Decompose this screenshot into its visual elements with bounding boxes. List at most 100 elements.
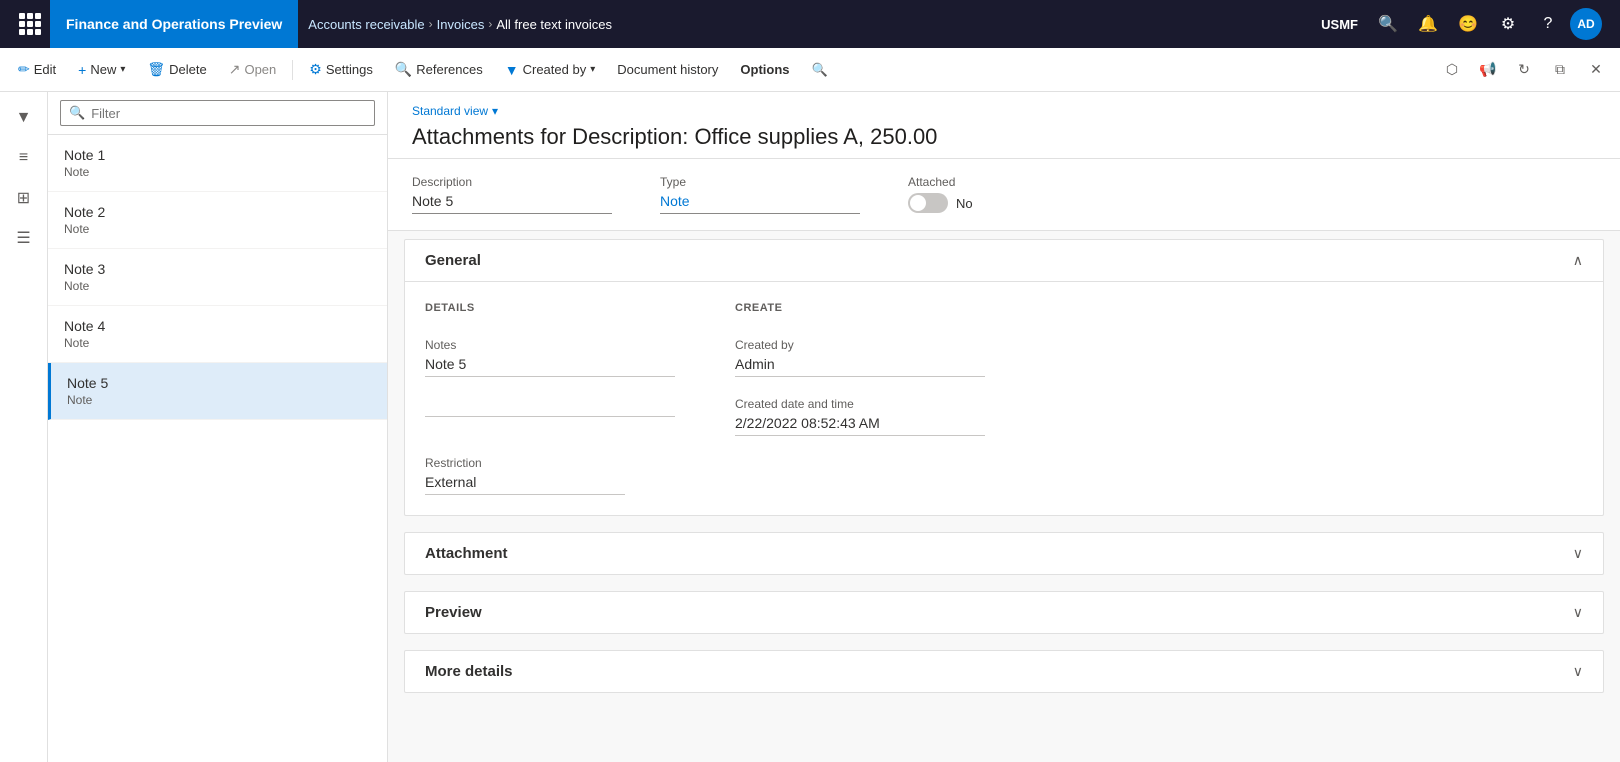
delete-button[interactable]: 🗑 Delete — [137, 54, 216, 86]
top-navigation: Finance and Operations Preview Accounts … — [0, 0, 1620, 48]
search-toolbar-button[interactable]: 🔍 — [802, 54, 838, 86]
settings-icon: ⚙ — [309, 61, 322, 78]
breadcrumb-sep-2: › — [488, 17, 492, 31]
filter-input[interactable] — [91, 106, 366, 121]
list-item-subtitle: Note — [64, 336, 371, 350]
created-by-label: Created by — [735, 338, 985, 352]
list-item[interactable]: Note 3 Note — [48, 249, 387, 306]
app-title: Finance and Operations Preview — [50, 0, 298, 48]
breadcrumb-invoices[interactable]: Invoices — [437, 17, 485, 32]
more-details-chevron-icon: ∨ — [1573, 663, 1583, 680]
attached-label: Attached — [908, 175, 1108, 189]
detail-panel: Standard view ▾ Attachments for Descript… — [388, 92, 1620, 762]
sidebar-icon-panel: ▼ ≡ ⊞ ☰ — [0, 92, 48, 762]
open-label: Open — [244, 62, 276, 77]
filter-icon: ▼ — [505, 62, 519, 78]
options-label: Options — [740, 62, 789, 77]
grid-view-button[interactable]: ⊞ — [6, 180, 42, 216]
waffle-menu-button[interactable] — [10, 0, 50, 48]
main-content: ▼ ≡ ⊞ ☰ 🔍 Note 1 Note Note 2 Note Note 3… — [0, 92, 1620, 762]
waffle-icon — [19, 13, 41, 35]
preview-section-title: Preview — [425, 604, 482, 621]
created-by-chevron-icon: ▾ — [590, 64, 595, 75]
settings-nav-button[interactable]: ⚙ — [1490, 6, 1526, 42]
attached-toggle[interactable] — [908, 193, 948, 213]
personalize-button[interactable]: ⬡ — [1436, 54, 1468, 86]
attachment-section: Attachment ∨ — [404, 532, 1604, 575]
description-field-group: Description Note 5 — [412, 175, 612, 214]
open-new-window-button[interactable]: ⧉ — [1544, 54, 1576, 86]
message-center-button[interactable]: 📢 — [1472, 54, 1504, 86]
restriction-label: Restriction — [425, 456, 625, 470]
standard-view-selector[interactable]: Standard view ▾ — [412, 104, 1596, 118]
document-history-button[interactable]: Document history — [607, 54, 728, 86]
refresh-button[interactable]: ↻ — [1508, 54, 1540, 86]
list-item-title: Note 2 — [64, 204, 371, 220]
help-button[interactable]: ? — [1530, 6, 1566, 42]
delete-icon: 🗑 — [147, 61, 165, 78]
details-col: DETAILS Notes Note 5 — [425, 302, 675, 436]
new-button[interactable]: + New ▾ — [68, 54, 135, 86]
notifications-button[interactable]: 🔔 — [1410, 6, 1446, 42]
list-item-subtitle: Note — [64, 279, 371, 293]
standard-view-chevron-icon: ▾ — [492, 104, 498, 118]
restriction-area: Restriction External — [425, 456, 1583, 495]
description-label: Description — [412, 175, 612, 189]
standard-view-label: Standard view — [412, 104, 488, 118]
search-nav-button[interactable]: 🔍 — [1370, 6, 1406, 42]
attached-toggle-label: No — [956, 196, 973, 211]
outline-view-button[interactable]: ☰ — [6, 220, 42, 256]
list-item-title: Note 1 — [64, 147, 371, 163]
references-label: References — [416, 62, 482, 77]
created-by-button[interactable]: ▼ Created by ▾ — [495, 54, 605, 86]
list-item-title: Note 3 — [64, 261, 371, 277]
created-by-label: Created by — [523, 62, 587, 77]
notes-value: Note 5 — [425, 356, 675, 377]
notes-extra-empty — [425, 397, 675, 417]
create-heading: CREATE — [735, 302, 985, 314]
list-item-subtitle: Note — [67, 393, 371, 407]
general-section-title: General — [425, 252, 481, 269]
description-value: Note 5 — [412, 193, 612, 214]
breadcrumb-current: All free text invoices — [496, 17, 612, 32]
page-title: Attachments for Description: Office supp… — [412, 124, 1596, 150]
close-button[interactable]: ✕ — [1580, 54, 1612, 86]
list-item[interactable]: Note 4 Note — [48, 306, 387, 363]
breadcrumb-accounts-receivable[interactable]: Accounts receivable — [308, 17, 424, 32]
attached-toggle-wrap: No — [908, 193, 1108, 213]
new-icon: + — [78, 62, 86, 78]
attachment-section-title: Attachment — [425, 545, 508, 562]
general-section: General ∧ DETAILS Notes Note 5 — [404, 239, 1604, 516]
settings-button[interactable]: ⚙ Settings — [299, 54, 383, 86]
open-button[interactable]: ↗ Open — [219, 54, 287, 86]
more-details-section-title: More details — [425, 663, 513, 680]
search-toolbar-icon: 🔍 — [812, 62, 828, 78]
filter-sidebar-button[interactable]: ▼ — [6, 100, 42, 136]
edit-label: Edit — [34, 62, 56, 77]
references-button[interactable]: 🔍 References — [385, 54, 493, 86]
list-item[interactable]: Note 2 Note — [48, 192, 387, 249]
list-panel: 🔍 Note 1 Note Note 2 Note Note 3 Note No… — [48, 92, 388, 762]
edit-icon: ✏ — [18, 61, 30, 78]
preview-section-header[interactable]: Preview ∨ — [405, 592, 1603, 633]
more-details-section-header[interactable]: More details ∨ — [405, 651, 1603, 692]
general-section-cols: DETAILS Notes Note 5 CREATE Created by A… — [425, 302, 1583, 436]
list-view-button[interactable]: ≡ — [6, 140, 42, 176]
settings-label: Settings — [326, 62, 373, 77]
general-section-chevron-icon: ∧ — [1573, 252, 1583, 269]
nav-right-controls: USMF 🔍 🔔 😊 ⚙ ? AD — [1313, 6, 1610, 42]
options-button[interactable]: Options — [730, 54, 799, 86]
preview-section-chevron-icon: ∨ — [1573, 604, 1583, 621]
references-icon: 🔍 — [395, 61, 412, 78]
form-top-fields: Description Note 5 Type Note Attached No — [388, 159, 1620, 231]
user-avatar[interactable]: AD — [1570, 8, 1602, 40]
list-item-active[interactable]: Note 5 Note — [48, 363, 387, 420]
notes-field: Notes Note 5 — [425, 338, 675, 377]
edit-button[interactable]: ✏ Edit — [8, 54, 66, 86]
breadcrumb-sep-1: › — [429, 17, 433, 31]
general-section-header[interactable]: General ∧ — [405, 240, 1603, 282]
attachment-section-header[interactable]: Attachment ∨ — [405, 533, 1603, 574]
new-label: New — [90, 62, 116, 77]
emoji-button[interactable]: 😊 — [1450, 6, 1486, 42]
list-item[interactable]: Note 1 Note — [48, 135, 387, 192]
